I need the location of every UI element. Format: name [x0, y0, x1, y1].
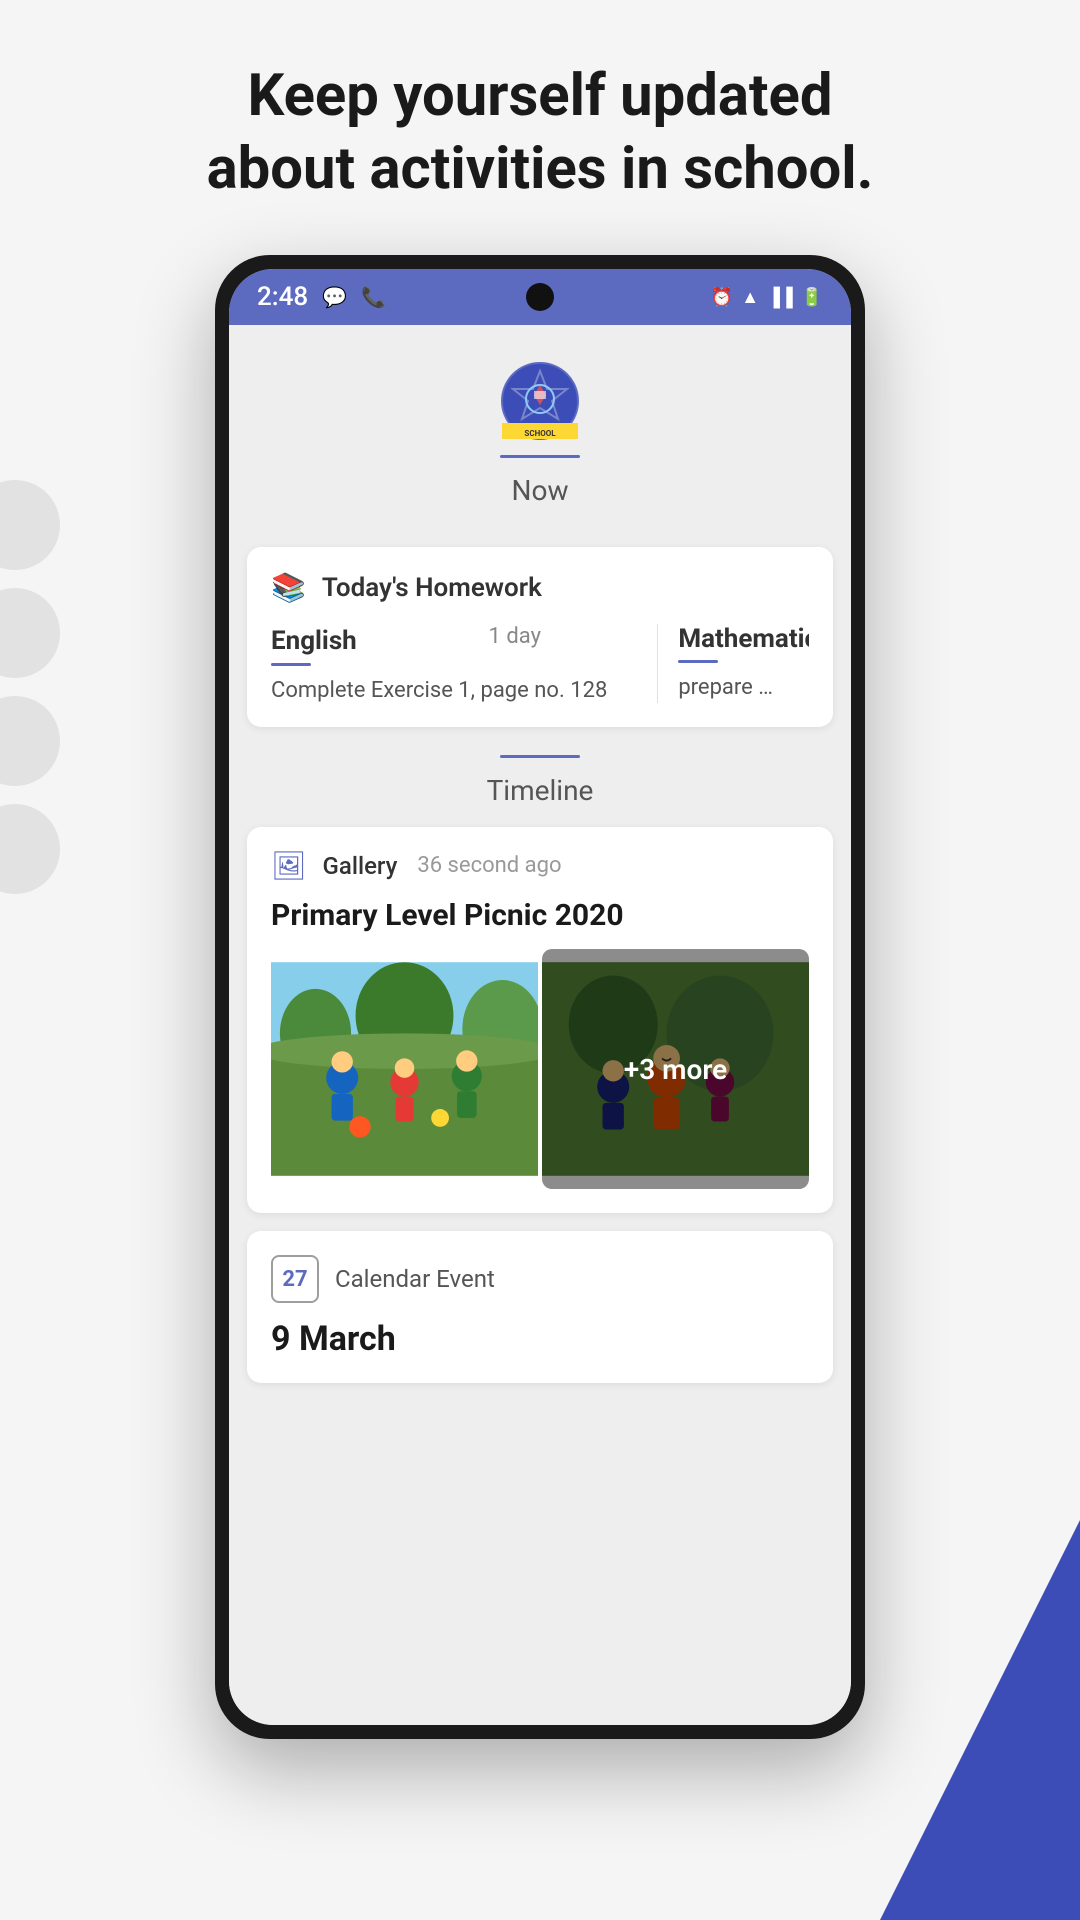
clock-time: 2:48	[257, 282, 308, 312]
camera-notch	[526, 283, 554, 311]
gallery-images-row: +3 more	[247, 949, 833, 1213]
messenger-icon: 💬	[322, 285, 347, 309]
battery-icon: 🔋	[801, 287, 823, 308]
gallery-icon: 🖼	[271, 849, 307, 882]
page-headline: Keep yourself updated about activities i…	[147, 60, 934, 205]
school-logo: SCHOOL	[500, 361, 580, 441]
subject-divider	[657, 624, 658, 703]
signal-icon: ▐▐	[767, 287, 793, 308]
calendar-date: 9 March	[271, 1319, 809, 1359]
calendar-type-label: Calendar Event	[335, 1265, 495, 1293]
phone-screen: 2:48 💬 📞 ⏰ ▲ ▐▐ 🔋	[229, 269, 851, 1725]
math-subject-name: Mathematic	[678, 624, 809, 654]
gallery-time-ago: 36 second ago	[417, 853, 561, 878]
timeline-divider	[500, 755, 580, 758]
subject-english[interactable]: English 1 day Complete Exercise 1, page …	[271, 624, 637, 703]
gallery-type-label: Gallery	[323, 852, 398, 880]
homework-title: Today's Homework	[322, 573, 542, 603]
homework-icon: 📚	[271, 571, 306, 604]
gallery-image-1[interactable]	[271, 949, 538, 1189]
english-task: Complete Exercise 1, page no. 128	[271, 678, 607, 703]
calendar-icon: 27	[271, 1255, 319, 1303]
math-task: prepare for te	[678, 675, 779, 700]
alarm-icon: ⏰	[711, 287, 733, 308]
front-camera	[526, 283, 554, 311]
gallery-event-title: Primary Level Picnic 2020	[247, 898, 833, 949]
english-subject-name: English	[271, 626, 357, 656]
status-bar: 2:48 💬 📞 ⏰ ▲ ▐▐ 🔋	[229, 269, 851, 325]
now-divider	[500, 455, 580, 458]
calendar-header: 27 Calendar Event	[271, 1255, 809, 1303]
status-bar-left: 2:48 💬 📞	[257, 282, 386, 312]
phone-frame: 2:48 💬 📞 ⏰ ▲ ▐▐ 🔋	[215, 255, 865, 1739]
homework-card-header: 📚 Today's Homework	[271, 571, 809, 604]
image-more-overlay: +3 more	[542, 949, 809, 1189]
gallery-card[interactable]: 🖼 Gallery 36 second ago Primary Level Pi…	[247, 827, 833, 1213]
homework-card[interactable]: 📚 Today's Homework English 1 day Complet…	[247, 547, 833, 727]
phone-icon: 📞	[361, 285, 386, 309]
calendar-event-card[interactable]: 27 Calendar Event 9 March	[247, 1231, 833, 1383]
gallery-header: 🖼 Gallery 36 second ago	[247, 827, 833, 898]
app-content: SCHOOL Now 📚 Today's Homework	[229, 325, 851, 1725]
status-bar-right: ⏰ ▲ ▐▐ 🔋	[711, 287, 823, 308]
more-count-text: +3 more	[624, 1053, 727, 1086]
subject-math[interactable]: Mathematic prepare for te	[678, 624, 809, 703]
subjects-row: English 1 day Complete Exercise 1, page …	[271, 624, 809, 703]
school-logo-svg: SCHOOL	[500, 361, 580, 441]
school-logo-section: SCHOOL Now	[229, 325, 851, 547]
svg-text:SCHOOL: SCHOOL	[524, 429, 556, 438]
timeline-label: Timeline	[229, 768, 851, 827]
now-label: Now	[512, 468, 569, 527]
wifi-icon: ▲	[741, 287, 759, 308]
math-underline	[678, 660, 718, 663]
timeline-section: Timeline 🖼 Gallery 36 second ago Primary…	[229, 745, 851, 1383]
picnic-scene-1	[271, 949, 538, 1189]
english-underline	[271, 663, 311, 666]
gallery-image-2[interactable]: +3 more	[542, 949, 809, 1189]
content-wrapper: Keep yourself updated about activities i…	[0, 0, 1080, 1739]
english-due: 1 day	[489, 624, 541, 649]
